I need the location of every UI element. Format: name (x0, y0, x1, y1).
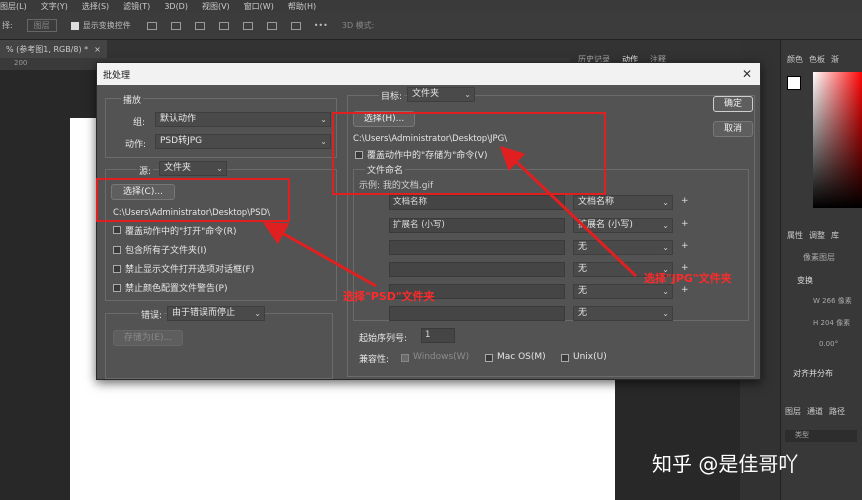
annotation-arrows (262, 145, 638, 288)
watermark: 知乎 @是佳哥吖 (652, 452, 799, 476)
jpg-arrow (499, 145, 638, 278)
jpg-annotation-label: 选择"JPG"文件夹 (644, 272, 732, 285)
psd-arrow (262, 222, 377, 288)
psd-annotation-label: 选择"PSD"文件夹 (343, 290, 435, 303)
